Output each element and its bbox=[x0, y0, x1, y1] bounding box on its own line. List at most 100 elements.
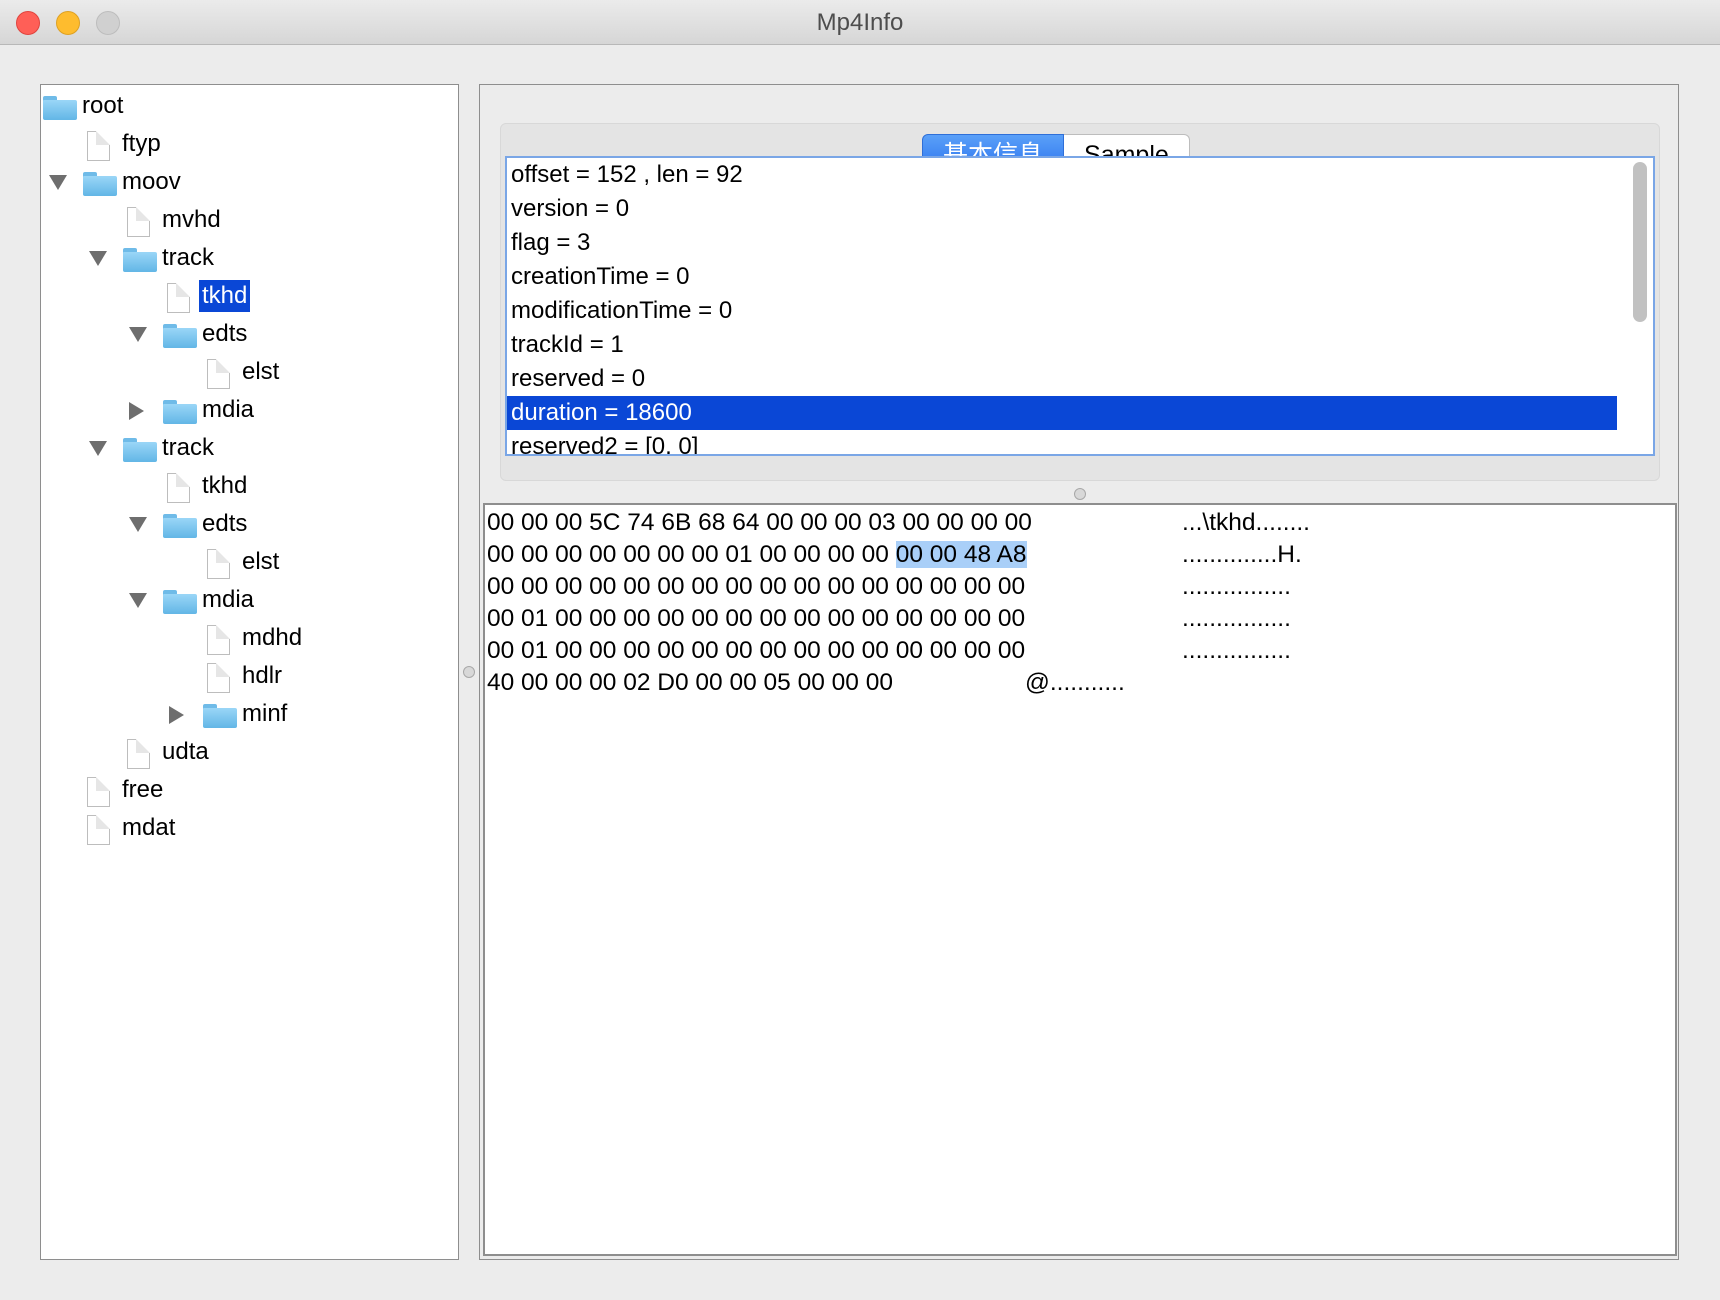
tree-node-label: elst bbox=[242, 358, 280, 385]
disclosure-expanded-icon[interactable] bbox=[49, 175, 67, 190]
field-item[interactable]: reserved = 0 bbox=[507, 362, 1617, 396]
tree-node-mdat[interactable]: mdat bbox=[41, 811, 451, 847]
field-item[interactable]: offset = 152 , len = 92 bbox=[507, 158, 1617, 192]
tree-node-label: mdia bbox=[202, 396, 255, 423]
file-icon bbox=[167, 473, 190, 503]
field-list-scrollbar[interactable] bbox=[1633, 162, 1647, 322]
hex-bytes-line[interactable]: 40 00 00 00 02 D0 00 00 05 00 00 00 bbox=[487, 667, 893, 699]
tree-node-label: hdlr bbox=[242, 662, 283, 689]
app-window: Mp4Info root ftyp moov mvhd track tkhd edts els… bbox=[0, 0, 1720, 1300]
tree-node-label: mvhd bbox=[162, 206, 221, 233]
ascii-line: ................ bbox=[1182, 605, 1291, 632]
tree-node-edts[interactable]: edts bbox=[41, 507, 451, 543]
tree-node-label: mdia bbox=[202, 586, 255, 613]
tree-node-label: edts bbox=[202, 320, 248, 347]
field-item[interactable]: duration = 18600 bbox=[507, 396, 1617, 430]
disclosure-expanded-icon[interactable] bbox=[89, 441, 107, 456]
tree-node-tkhd[interactable]: tkhd bbox=[41, 469, 451, 505]
tree-node-track[interactable]: track bbox=[41, 431, 451, 467]
hex-bytes-line[interactable]: 00 00 00 00 00 00 00 00 00 00 00 00 00 0… bbox=[487, 571, 1025, 603]
folder-icon bbox=[163, 324, 197, 348]
tree-node-moov[interactable]: moov bbox=[41, 165, 451, 201]
disclosure-expanded-icon[interactable] bbox=[129, 327, 147, 342]
tree-node-elst[interactable]: elst bbox=[41, 355, 451, 391]
disclosure-expanded-icon[interactable] bbox=[89, 251, 107, 266]
hex-bytes: 00 00 00 00 00 00 00 00 00 00 00 00 00 0… bbox=[487, 573, 1026, 600]
hex-view[interactable]: 00 00 00 5C 74 6B 68 64 00 00 00 03 00 0… bbox=[483, 503, 1677, 1256]
tree-node-free[interactable]: free bbox=[41, 773, 451, 809]
file-icon bbox=[127, 739, 150, 769]
hex-bytes-line[interactable]: 00 01 00 00 00 00 00 00 00 00 00 00 00 0… bbox=[487, 635, 1025, 667]
horizontal-split-handle[interactable] bbox=[463, 666, 475, 678]
folder-icon bbox=[123, 248, 157, 272]
tree-node-label: mdhd bbox=[242, 624, 303, 651]
tree-node-label: ftyp bbox=[122, 130, 161, 157]
field-item[interactable]: creationTime = 0 bbox=[507, 260, 1617, 294]
disclosure-expanded-icon[interactable] bbox=[129, 593, 147, 608]
folder-icon bbox=[203, 704, 237, 728]
folder-icon bbox=[123, 438, 157, 462]
field-item[interactable]: reserved2 = [0, 0] bbox=[507, 430, 1617, 454]
tree-node-mdhd[interactable]: mdhd bbox=[41, 621, 451, 657]
tree-node-ftyp[interactable]: ftyp bbox=[41, 127, 451, 163]
field-item[interactable]: trackId = 1 bbox=[507, 328, 1617, 362]
tree-node-label: root bbox=[82, 92, 124, 119]
ascii-line: ................ bbox=[1182, 573, 1291, 600]
tree-node-mvhd[interactable]: mvhd bbox=[41, 203, 451, 239]
hex-bytes-line[interactable]: 00 00 00 5C 74 6B 68 64 00 00 00 03 00 0… bbox=[487, 507, 1032, 539]
tree-node-mdia[interactable]: mdia bbox=[41, 393, 451, 429]
tree-node-edts[interactable]: edts bbox=[41, 317, 451, 353]
tree-node-label: udta bbox=[162, 738, 209, 765]
tree-node-label: mdat bbox=[122, 814, 176, 841]
tree-node-label: elst bbox=[242, 548, 280, 575]
hex-bytes-line[interactable]: 00 00 00 00 00 00 00 01 00 00 00 00 00 0… bbox=[487, 539, 1027, 571]
folder-icon bbox=[163, 590, 197, 614]
tree-node-tkhd[interactable]: tkhd bbox=[41, 279, 451, 315]
file-icon bbox=[207, 359, 230, 389]
tree-node-minf[interactable]: minf bbox=[41, 697, 451, 733]
hex-bytes: 00 01 00 00 00 00 00 00 00 00 00 00 00 0… bbox=[487, 637, 1026, 664]
ascii-line: @........... bbox=[1025, 669, 1125, 696]
folder-open-icon bbox=[43, 96, 77, 120]
file-icon bbox=[207, 625, 230, 655]
disclosure-expanded-icon[interactable] bbox=[129, 517, 147, 532]
hex-bytes-line[interactable]: 00 01 00 00 00 00 00 00 00 00 00 00 00 0… bbox=[487, 603, 1025, 635]
folder-icon bbox=[83, 172, 117, 196]
hex-selected-bytes: 00 00 48 A8 bbox=[895, 541, 1027, 568]
tree-node-mdia[interactable]: mdia bbox=[41, 583, 451, 619]
disclosure-collapsed-icon[interactable] bbox=[129, 402, 144, 420]
tree-node-label: moov bbox=[122, 168, 181, 195]
tree-node-label: tkhd bbox=[199, 280, 251, 312]
tree-node-label: tkhd bbox=[202, 472, 248, 499]
tree-node-elst[interactable]: elst bbox=[41, 545, 451, 581]
hex-bytes: 00 00 00 00 00 00 00 01 00 00 00 00 bbox=[487, 541, 896, 568]
title-bar[interactable]: Mp4Info bbox=[0, 0, 1720, 45]
tree-node-hdlr[interactable]: hdlr bbox=[41, 659, 451, 695]
tree-node-track[interactable]: track bbox=[41, 241, 451, 277]
disclosure-collapsed-icon[interactable] bbox=[169, 706, 184, 724]
folder-icon bbox=[163, 514, 197, 538]
tree-node-label: free bbox=[122, 776, 164, 803]
tree-node-label: minf bbox=[242, 700, 288, 727]
box-tree[interactable]: root ftyp moov mvhd track tkhd edts elst mdia tra… bbox=[40, 84, 459, 1260]
file-icon bbox=[207, 549, 230, 579]
hex-bytes: 40 00 00 00 02 D0 00 00 05 00 00 00 bbox=[487, 669, 893, 696]
field-item[interactable]: version = 0 bbox=[507, 192, 1617, 226]
tree-node-root[interactable]: root bbox=[41, 89, 451, 125]
file-icon bbox=[87, 131, 110, 161]
tree-node-udta[interactable]: udta bbox=[41, 735, 451, 771]
ascii-line: ..............H. bbox=[1182, 541, 1302, 568]
hex-bytes: 00 01 00 00 00 00 00 00 00 00 00 00 00 0… bbox=[487, 605, 1026, 632]
ascii-line: ...\tkhd........ bbox=[1182, 509, 1310, 536]
tree-node-label: track bbox=[162, 434, 215, 461]
vertical-split-handle[interactable] bbox=[1074, 488, 1086, 500]
file-icon bbox=[207, 663, 230, 693]
file-icon bbox=[167, 283, 190, 313]
field-item[interactable]: flag = 3 bbox=[507, 226, 1617, 260]
file-icon bbox=[87, 815, 110, 845]
file-icon bbox=[87, 777, 110, 807]
field-list[interactable]: offset = 152 , len = 92 version = 0 flag =… bbox=[505, 156, 1655, 456]
tree-node-label: track bbox=[162, 244, 215, 271]
field-item[interactable]: modificationTime = 0 bbox=[507, 294, 1617, 328]
window-title: Mp4Info bbox=[816, 9, 904, 36]
